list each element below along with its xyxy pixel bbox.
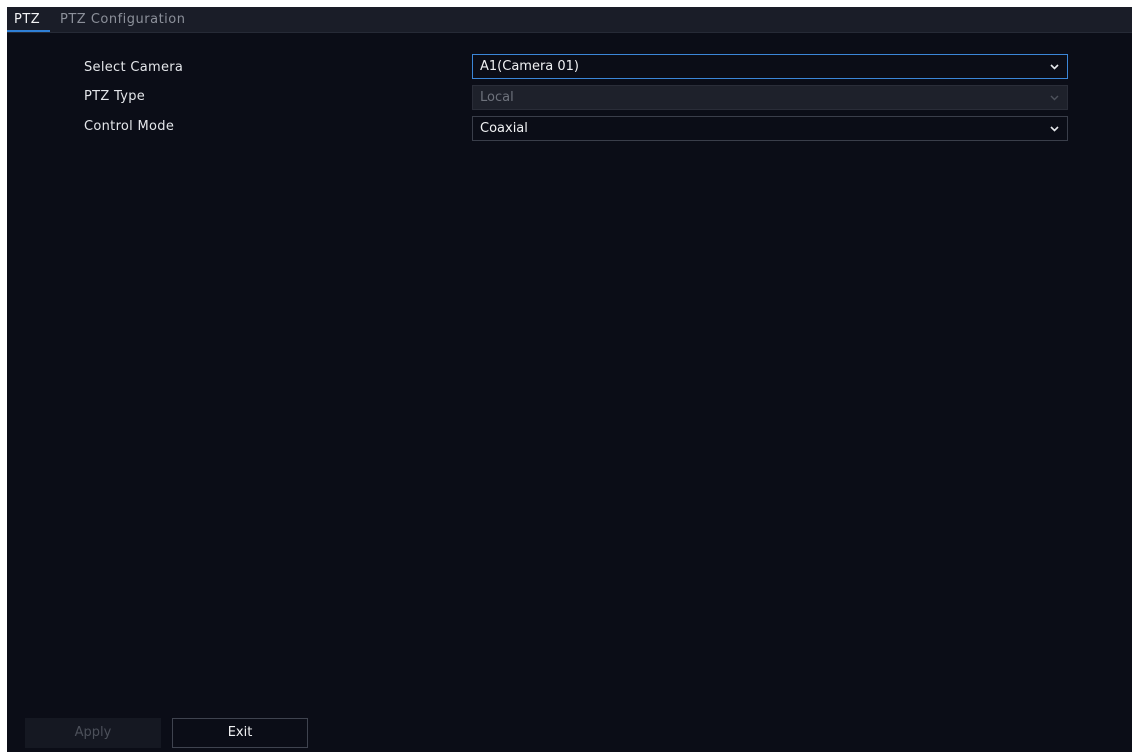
apply-button[interactable]: Apply bbox=[25, 718, 161, 748]
ptz-type-label: PTZ Type bbox=[84, 89, 146, 104]
tab-ptz-configuration-label: PTZ Configuration bbox=[60, 12, 186, 27]
exit-button[interactable]: Exit bbox=[172, 718, 308, 748]
active-tab-indicator bbox=[7, 30, 50, 32]
ptz-type-dropdown: Local bbox=[472, 85, 1068, 110]
select-camera-dropdown[interactable]: A1(Camera 01) bbox=[472, 54, 1068, 79]
chevron-down-icon bbox=[1048, 117, 1060, 140]
control-mode-value: Coaxial bbox=[480, 121, 528, 136]
control-mode-dropdown[interactable]: Coaxial bbox=[472, 116, 1068, 141]
control-mode-label: Control Mode bbox=[84, 119, 175, 134]
tab-ptz[interactable]: PTZ bbox=[14, 7, 40, 32]
tab-ptz-configuration[interactable]: PTZ Configuration bbox=[60, 7, 185, 32]
chevron-down-icon bbox=[1048, 86, 1060, 109]
tab-bar: PTZ PTZ Configuration bbox=[7, 7, 1132, 33]
select-camera-label: Select Camera bbox=[84, 60, 184, 75]
tab-ptz-label: PTZ bbox=[14, 12, 41, 27]
ptz-settings-panel: PTZ PTZ Configuration Select Camera A1(C… bbox=[7, 7, 1132, 752]
ptz-type-value: Local bbox=[480, 90, 514, 105]
select-camera-value: A1(Camera 01) bbox=[480, 59, 579, 74]
chevron-down-icon bbox=[1048, 55, 1060, 78]
